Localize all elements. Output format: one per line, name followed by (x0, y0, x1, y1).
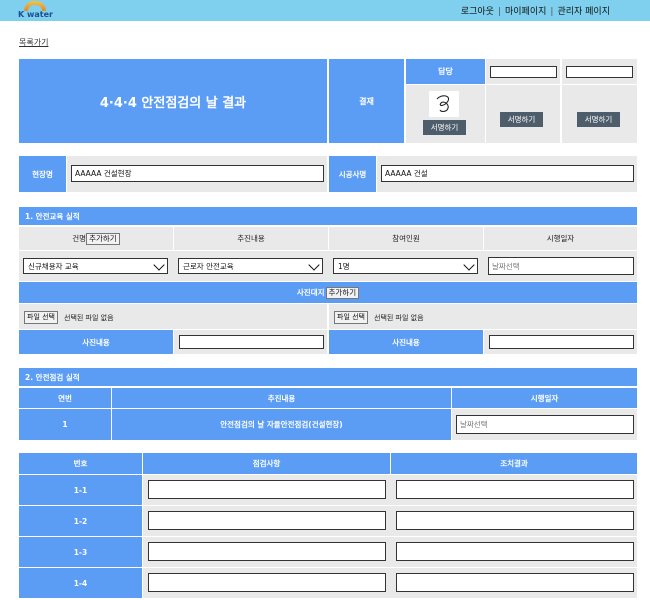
col-header-inspection-date: 시행일자 (452, 388, 637, 408)
row-number-1: 1-1 (19, 475, 142, 505)
check-item-input-2[interactable] (148, 511, 386, 530)
approver-3-field[interactable] (566, 66, 633, 78)
check-item-input-4[interactable] (148, 573, 386, 592)
add-row-button[interactable]: 추가하기 (86, 232, 120, 245)
builder-name-input[interactable]: AAAAA 건설 (381, 165, 634, 182)
file-status-1: 선택된 파일 없음 (64, 314, 114, 322)
signature-scribble-icon (436, 95, 450, 113)
builder-label: 시공사명 (329, 156, 376, 192)
inspection-date-input[interactable]: 날짜선택 (456, 415, 634, 434)
result-input-2[interactable] (396, 511, 634, 530)
education-name-select[interactable]: 신규채용자 교육 (23, 258, 168, 274)
mypage-link[interactable]: 마이페이지 (505, 7, 546, 17)
col-header-name: 건명 추가하기 (19, 227, 173, 250)
participants-select[interactable]: 1명 (333, 258, 478, 274)
col-header-number: 번호 (19, 453, 142, 474)
check-item-input-3[interactable] (148, 542, 386, 561)
sign-button-3[interactable]: 서명하기 (577, 112, 620, 127)
approval-label: 결재 (329, 59, 404, 143)
admin-page-link[interactable]: 관리자 페이지 (557, 7, 610, 17)
photo-content-label-1: 사진내용 (19, 330, 173, 354)
back-to-list-link[interactable]: 목록가기 (19, 37, 48, 48)
sign-button-1[interactable]: 서명하기 (423, 120, 466, 135)
chevron-down-icon (463, 259, 475, 271)
col-header-content: 추진내용 (237, 234, 265, 243)
check-item-input-1[interactable] (148, 480, 386, 499)
file-select-button-1[interactable]: 파일 선택 (24, 311, 58, 324)
page-title: 4·4·4 안전점검의 날 결과 (19, 59, 327, 143)
result-input-4[interactable] (396, 573, 634, 592)
row-number-4: 1-4 (19, 568, 142, 598)
col-header-action: 추진내용 (112, 388, 451, 408)
top-nav: 로그아웃 | 마이페이지 | 관리자 페이지 (460, 7, 610, 17)
logout-link[interactable]: 로그아웃 (461, 7, 494, 17)
photo-content-input-2[interactable] (489, 335, 634, 349)
photo-content-label-2: 사진내용 (329, 330, 483, 354)
owner-label: 담당 (406, 59, 485, 84)
add-photo-button[interactable]: 추가하기 (325, 286, 360, 299)
row-action-content: 안전점검의 날 자율안전점검(건설현장) (112, 409, 451, 440)
education-date-input[interactable]: 날짜선택 (488, 257, 634, 275)
site-name-input[interactable]: AAAAA 건설현장 (71, 165, 324, 182)
site-label: 현장명 (19, 156, 66, 192)
col-header-result: 조치결과 (391, 453, 637, 474)
file-status-2: 선택된 파일 없음 (374, 314, 424, 322)
photo-content-input-1[interactable] (179, 335, 324, 349)
sign-button-2[interactable]: 서명하기 (500, 112, 543, 127)
row-number-2: 1-2 (19, 506, 142, 536)
col-header-no: 연번 (19, 388, 111, 408)
col-header-check-items: 점검사항 (143, 453, 390, 474)
row-no: 1 (19, 409, 111, 440)
result-input-3[interactable] (396, 542, 634, 561)
col-header-people: 참여인원 (392, 234, 420, 243)
section2-title: 2. 안전점검 실적 (19, 368, 637, 386)
result-input-1[interactable] (396, 480, 634, 499)
row-number-3: 1-3 (19, 537, 142, 567)
education-content-select[interactable]: 근로자 안전교육 (178, 258, 323, 274)
signature-image (429, 91, 459, 117)
approver-2-field[interactable] (490, 66, 557, 78)
kwater-logo[interactable]: K water (18, 1, 53, 19)
chevron-down-icon (153, 259, 165, 271)
col-header-date: 시행일자 (546, 234, 575, 243)
top-bar: K water 로그아웃 | 마이페이지 | 관리자 페이지 (0, 0, 650, 21)
chevron-down-icon (308, 259, 320, 271)
photo-header: 사진대지 추가하기 (19, 282, 637, 303)
file-select-button-2[interactable]: 파일 선택 (334, 311, 368, 324)
logo-text: K water (18, 10, 53, 19)
section1-title: 1. 안전교육 실적 (19, 207, 637, 225)
